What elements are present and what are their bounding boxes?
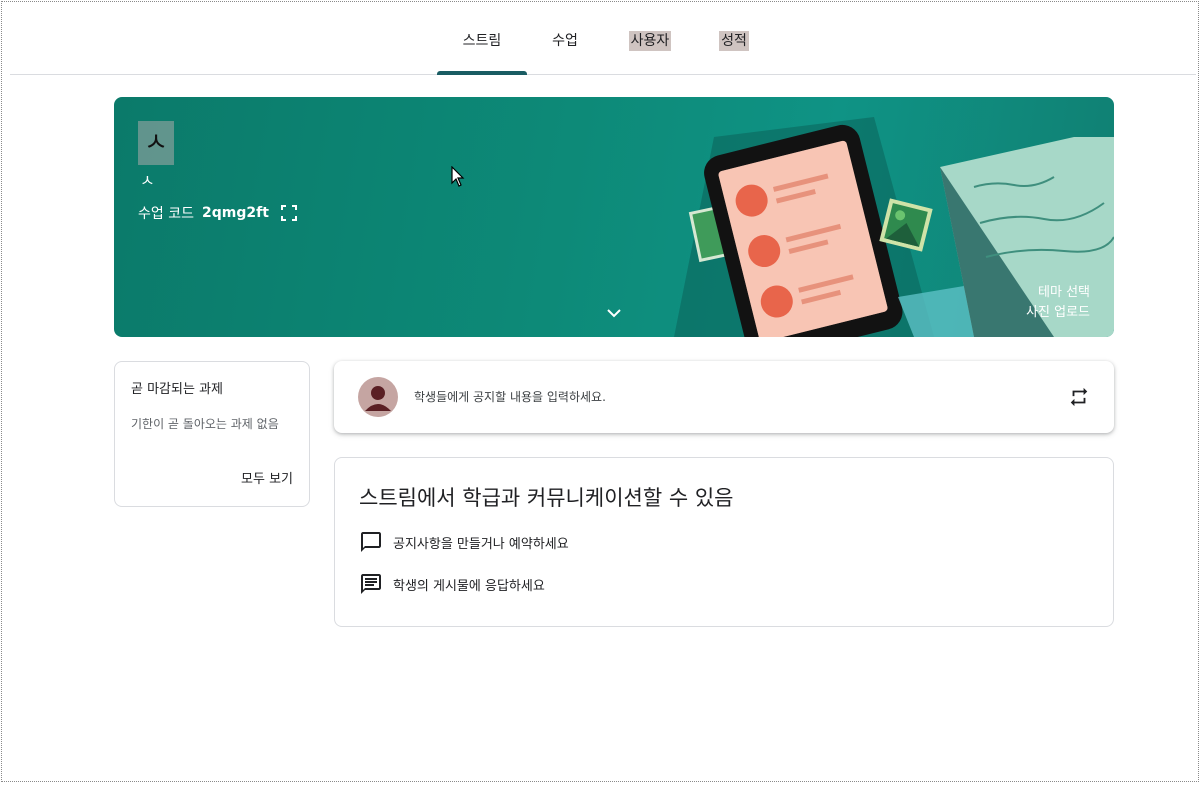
info-item-respond-text: 학생의 게시물에 응답하세요 xyxy=(393,578,545,594)
upload-photo-link[interactable]: 사진 업로드 xyxy=(1026,301,1090,320)
select-theme-link[interactable]: 테마 선택 xyxy=(1038,281,1090,300)
fullscreen-icon[interactable] xyxy=(280,205,297,221)
repost-icon[interactable] xyxy=(1068,386,1090,408)
tab-people[interactable]: 사용자 xyxy=(622,10,678,74)
tab-stream[interactable]: 스트림 xyxy=(437,10,527,75)
tab-people-label: 사용자 xyxy=(628,31,672,51)
class-code-value: 2qmg2ft xyxy=(201,205,269,221)
tab-grades[interactable]: 성적 xyxy=(714,10,754,74)
avatar xyxy=(358,377,398,417)
stream-info-heading: 스트림에서 학급과 커뮤니케이션할 수 있음 xyxy=(359,486,734,510)
class-code-row: 수업 코드 2qmg2ft xyxy=(138,203,297,223)
info-item-announce: 공지사항을 만들거나 예약하세요 xyxy=(359,530,569,554)
upcoming-work-empty: 기한이 곧 돌아오는 과제 없음 xyxy=(131,417,279,431)
upcoming-work-card: 곧 마감되는 과제 기한이 곧 돌아오는 과제 없음 모두 보기 xyxy=(114,361,310,507)
info-item-announce-text: 공지사항을 만들거나 예약하세요 xyxy=(393,536,569,552)
class-code-label: 수업 코드 xyxy=(138,206,194,222)
tab-classwork-label: 수업 xyxy=(552,33,578,49)
mouse-cursor-icon xyxy=(451,166,465,187)
info-item-respond: 학생의 게시물에 응답하세요 xyxy=(359,572,545,596)
tab-stream-label: 스트림 xyxy=(462,33,502,49)
reply-list-icon xyxy=(361,574,381,594)
class-title: ㅅ xyxy=(138,121,174,165)
view-all-link[interactable]: 모두 보기 xyxy=(241,468,293,487)
announce-box[interactable]: 학생들에게 공지할 내용을 입력하세요. xyxy=(334,361,1114,433)
stream-info-card: 스트림에서 학급과 커뮤니케이션할 수 있음 공지사항을 만들거나 예약하세요 … xyxy=(334,457,1114,627)
upcoming-work-title: 곧 마감되는 과제 xyxy=(131,382,223,397)
tab-grades-label: 성적 xyxy=(719,31,749,51)
tab-classwork[interactable]: 수업 xyxy=(540,10,590,74)
class-banner: ㅅ ㅅ 수업 코드 2qmg2ft 테마 선택 사진 업로드 xyxy=(114,97,1114,337)
chevron-down-icon[interactable] xyxy=(604,303,624,323)
top-navigation: 스트림 수업 사용자 성적 xyxy=(10,10,1196,75)
comment-icon xyxy=(361,532,381,552)
class-subtitle: ㅅ xyxy=(140,171,155,190)
announce-placeholder: 학생들에게 공지할 내용을 입력하세요. xyxy=(414,390,606,404)
